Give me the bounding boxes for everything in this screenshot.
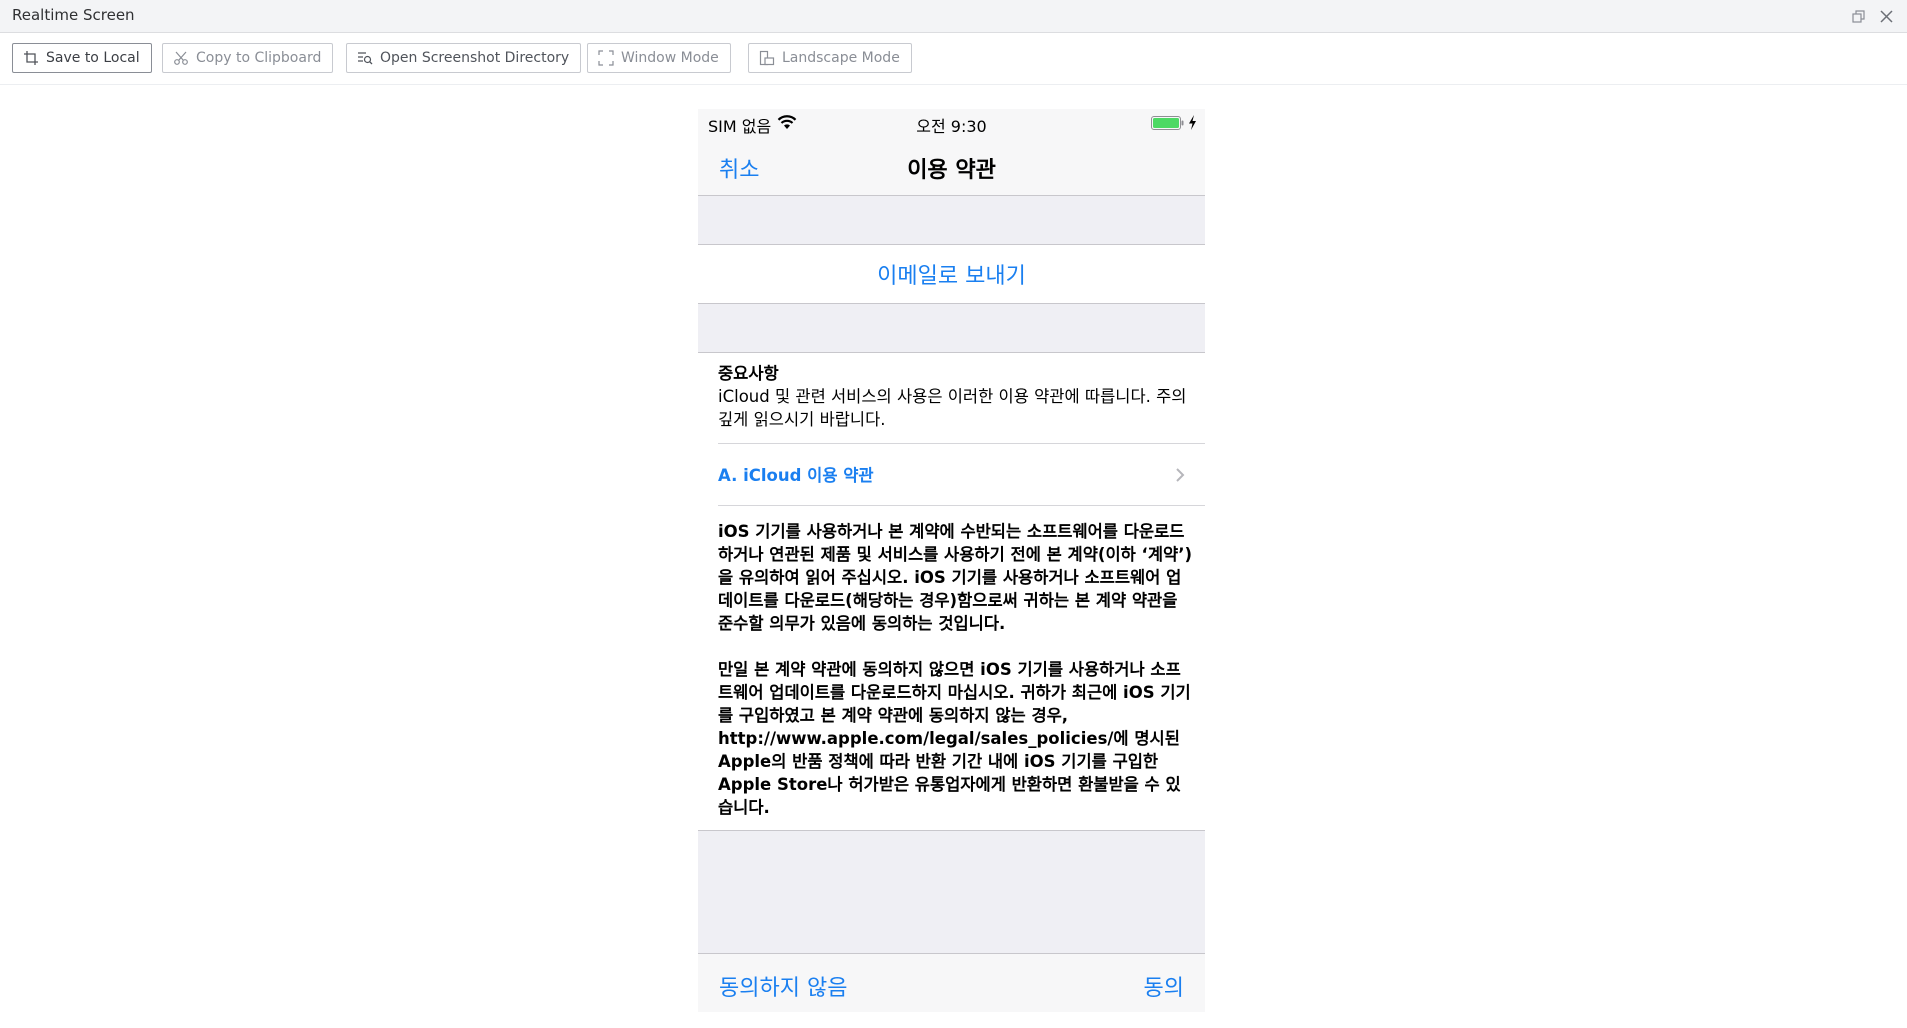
disagree-button[interactable]: 동의하지 않음	[719, 970, 847, 1002]
device-screen: SIM 없음 오전 9:30 취소 이용 약관 이메일로 보내기 중요사항 iC…	[698, 109, 1205, 1012]
copy-to-clipboard-button[interactable]: Copy to Clipboard	[162, 43, 334, 73]
close-icon	[1879, 9, 1893, 23]
rotate-icon	[759, 50, 775, 66]
bottom-toolbar: 동의하지 않음 동의	[698, 953, 1205, 1012]
window-title: Realtime Screen	[12, 6, 135, 24]
navigation-bar: 취소 이용 약관	[698, 137, 1205, 196]
crop-icon	[24, 51, 38, 65]
window-mode-button[interactable]: Window Mode	[587, 43, 731, 73]
terms-content: 중요사항 iCloud 및 관련 서비스의 사용은 이러한 이용 약관에 따릅니…	[698, 352, 1205, 831]
window-titlebar: Realtime Screen	[0, 0, 1907, 33]
landscape-mode-button[interactable]: Landscape Mode	[748, 43, 912, 73]
toolbar: Save to Local Copy to Clipboard Open Scr…	[0, 33, 1907, 85]
battery-fill	[1153, 118, 1179, 128]
folder-search-icon	[358, 52, 373, 65]
status-time: 오전 9:30	[916, 117, 987, 136]
legal-paragraph: 만일 본 계약 약관에 동의하지 않으면 iOS 기기를 사용하거나 소프트웨어…	[718, 660, 1191, 817]
send-by-email-button[interactable]: 이메일로 보내기	[698, 244, 1205, 304]
charging-bolt-icon	[1189, 115, 1196, 130]
scissors-icon	[174, 51, 188, 65]
chevron-right-icon	[1176, 468, 1185, 482]
icloud-terms-label: A. iCloud 이용 약관	[718, 466, 874, 485]
fullscreen-icon	[598, 50, 614, 66]
send-by-email-label: 이메일로 보내기	[877, 264, 1026, 289]
copy-to-clipboard-label: Copy to Clipboard	[196, 50, 322, 66]
divider	[718, 505, 1205, 506]
save-to-local-label: Save to Local	[46, 50, 140, 66]
save-to-local-button[interactable]: Save to Local	[12, 43, 152, 73]
legal-paragraph: iOS 기기를 사용하거나 본 계약에 수반되는 소프트웨어를 다운로드 하거나…	[718, 522, 1192, 633]
notice-body: iCloud 및 관련 서비스의 사용은 이러한 이용 약관에 따릅니다. 주의…	[718, 387, 1187, 429]
window-mode-label: Window Mode	[621, 50, 719, 66]
status-bar: SIM 없음 오전 9:30	[698, 109, 1205, 137]
landscape-mode-label: Landscape Mode	[782, 50, 900, 66]
open-screenshot-directory-label: Open Screenshot Directory	[380, 50, 570, 66]
battery-icon	[1151, 116, 1184, 130]
restore-icon	[1851, 9, 1865, 23]
restore-window-button[interactable]	[1846, 4, 1870, 28]
open-screenshot-directory-button[interactable]: Open Screenshot Directory	[346, 43, 582, 73]
page-title: 이용 약관	[907, 158, 996, 183]
close-window-button[interactable]	[1874, 4, 1898, 28]
agree-button[interactable]: 동의	[1144, 970, 1184, 1002]
important-notice: 중요사항 iCloud 및 관련 서비스의 사용은 이러한 이용 약관에 따릅니…	[718, 362, 1188, 431]
icloud-terms-link[interactable]: A. iCloud 이용 약관	[698, 444, 1205, 505]
legal-text: iOS 기기를 사용하거나 본 계약에 수반되는 소프트웨어를 다운로드 하거나…	[718, 520, 1193, 819]
notice-heading: 중요사항	[718, 364, 779, 383]
